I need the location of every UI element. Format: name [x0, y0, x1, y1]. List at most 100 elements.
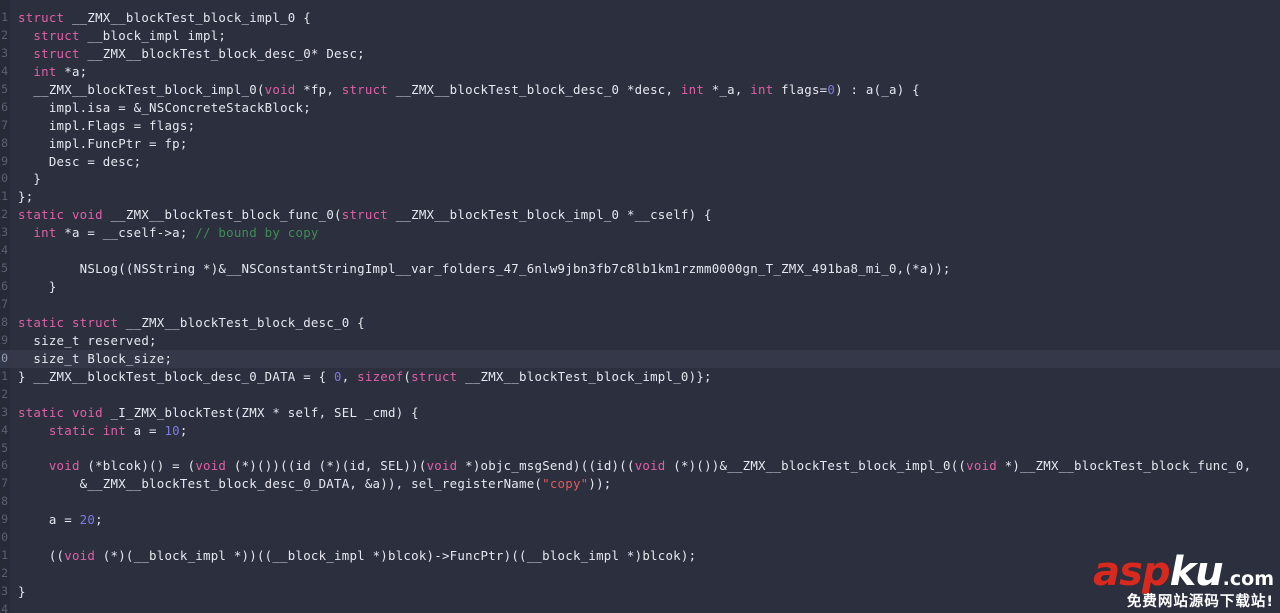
- code-line[interactable]: &__ZMX__blockTest_block_desc_0_DATA, &a)…: [10, 475, 1280, 493]
- code-line[interactable]: [10, 565, 1280, 583]
- code-token-pln: *)objc_msgSend)((id)((: [457, 458, 635, 474]
- code-line[interactable]: }: [10, 583, 1280, 601]
- code-token-kw: int: [33, 63, 57, 79]
- code-line[interactable]: struct __block_impl impl;: [10, 27, 1280, 45]
- code-token-kw: static void: [18, 207, 103, 223]
- code-token-pln: __ZMX__blockTest_block_desc_0 *desc,: [388, 81, 681, 97]
- line-number: 27: [0, 476, 8, 491]
- code-token-kw: int: [33, 225, 57, 241]
- line-number: 5: [1, 81, 8, 96]
- code-token-pln: _I_ZMX_blockTest(ZMX * self, SEL _cmd) {: [102, 404, 419, 420]
- code-token-pln: __block_impl impl;: [79, 27, 227, 43]
- code-token-pln: &__ZMX__blockTest_block_desc_0_DATA, &a)…: [18, 476, 543, 492]
- line-number-gutter: 1234567891011121314151617181920212223242…: [0, 0, 10, 613]
- code-line[interactable]: ((void (*)(__block_impl *))((__block_imp…: [10, 547, 1280, 565]
- code-token-pln: __ZMX__blockTest_block_impl_0 {: [64, 10, 311, 25]
- code-token-pln: size_t reserved;: [18, 332, 157, 348]
- code-token-pln: *a;: [56, 63, 88, 79]
- code-token-kw: sizeof: [357, 368, 404, 384]
- line-number: 34: [0, 601, 8, 613]
- line-number: 21: [0, 368, 8, 383]
- code-token-pln: NSLog((NSString *)&__NSConstantStringImp…: [18, 261, 951, 277]
- line-number: 10: [0, 171, 8, 186]
- line-number: 2: [1, 27, 8, 42]
- code-line[interactable]: [10, 601, 1280, 613]
- code-token-pln: __ZMX__blockTest_block_impl_0(: [18, 81, 265, 97]
- code-token-kw: void: [634, 458, 666, 474]
- code-content-area[interactable]: struct __ZMX__blockTest_block_impl_0 { s…: [10, 0, 1280, 613]
- code-token-kw: void: [966, 458, 997, 474]
- code-line[interactable]: };: [10, 188, 1280, 206]
- code-token-pln: size_t Block_size;: [18, 350, 173, 366]
- code-token-pln: ,: [341, 368, 358, 384]
- code-line[interactable]: __ZMX__blockTest_block_impl_0(void *fp, …: [10, 81, 1280, 99]
- code-line[interactable]: int *a = __cself->a; // bound by copy: [10, 224, 1280, 242]
- code-token-kw: struct: [341, 207, 388, 223]
- code-line[interactable]: impl.FuncPtr = fp;: [10, 135, 1280, 153]
- code-editor[interactable]: 1234567891011121314151617181920212223242…: [0, 0, 1280, 613]
- code-token-pln: [18, 423, 49, 438]
- code-token-pln: a =: [18, 512, 80, 528]
- code-line[interactable]: [10, 440, 1280, 458]
- code-line[interactable]: } __ZMX__blockTest_block_desc_0_DATA = {…: [10, 368, 1280, 386]
- code-line[interactable]: int *a;: [10, 63, 1280, 81]
- code-token-pln: }: [18, 171, 42, 187]
- line-number: 17: [0, 297, 8, 311]
- line-number: 4: [1, 63, 8, 78]
- code-line[interactable]: static void _I_ZMX_blockTest(ZMX * self,…: [10, 404, 1280, 422]
- code-line[interactable]: [10, 386, 1280, 404]
- line-number: 13: [0, 225, 8, 240]
- code-token-pln: ((: [18, 548, 65, 564]
- code-token-pln: [18, 458, 49, 473]
- code-line[interactable]: [10, 242, 1280, 260]
- code-line[interactable]: struct __ZMX__blockTest_block_impl_0 {: [10, 9, 1280, 27]
- code-line[interactable]: NSLog((NSString *)&__NSConstantStringImp…: [10, 260, 1280, 278]
- code-token-kw: struct: [411, 368, 458, 384]
- line-number: 1: [1, 10, 8, 24]
- code-line-current[interactable]: size_t Block_size;: [10, 349, 1280, 368]
- code-line[interactable]: struct __ZMX__blockTest_block_desc_0* De…: [10, 45, 1280, 63]
- code-token-kw: void: [264, 81, 296, 97]
- code-token-kw: struct: [18, 10, 65, 25]
- code-line[interactable]: [10, 296, 1280, 314]
- code-token-kw: void: [195, 458, 227, 474]
- line-number: 9: [1, 153, 8, 168]
- code-line[interactable]: }: [10, 278, 1280, 296]
- code-token-kw: void: [64, 548, 96, 564]
- code-token-pln: [18, 28, 33, 43]
- code-line[interactable]: static struct __ZMX__blockTest_block_des…: [10, 314, 1280, 332]
- line-number: 32: [0, 566, 8, 581]
- code-token-num: 0: [334, 368, 342, 384]
- code-line[interactable]: }: [10, 170, 1280, 188]
- code-token-pln: }: [18, 584, 26, 599]
- code-token-pln: __ZMX__blockTest_block_desc_0 {: [118, 314, 365, 330]
- code-token-cmt: // bound by copy: [195, 225, 319, 241]
- code-line[interactable]: static int a = 10;: [10, 422, 1280, 440]
- code-line[interactable]: [10, 529, 1280, 547]
- code-line[interactable]: Desc = desc;: [10, 153, 1280, 171]
- code-line[interactable]: [10, 493, 1280, 511]
- code-line[interactable]: impl.isa = &_NSConcreteStackBlock;: [10, 99, 1280, 117]
- code-line[interactable]: static void __ZMX__blockTest_block_func_…: [10, 206, 1280, 224]
- code-line[interactable]: size_t reserved;: [10, 332, 1280, 350]
- code-token-kw: static void: [18, 404, 103, 420]
- code-token-kw: void: [48, 458, 80, 474]
- code-line[interactable]: impl.Flags = flags;: [10, 117, 1280, 135]
- code-token-kw: void: [426, 458, 458, 474]
- code-token-pln: };: [18, 189, 34, 205]
- code-token-pln: impl.isa = &_NSConcreteStackBlock;: [18, 99, 311, 115]
- code-token-kw: int: [680, 81, 705, 97]
- line-number: 30: [0, 530, 8, 545]
- code-token-pln: [18, 225, 33, 240]
- code-token-kw: static struct: [18, 314, 119, 330]
- code-token-pln: (*)())((id (*)(id, SEL))(: [226, 458, 427, 474]
- code-line[interactable]: a = 20;: [10, 511, 1280, 529]
- line-number: 6: [1, 99, 8, 114]
- code-line[interactable]: void (*blcok)() = (void (*)())((id (*)(i…: [10, 457, 1280, 475]
- code-token-pln: }: [18, 279, 57, 295]
- line-number: 26: [0, 458, 8, 473]
- code-token-pln: (: [403, 368, 412, 384]
- code-token-kw: struct: [341, 81, 388, 97]
- code-token-pln: *)__ZMX__blockTest_block_func_0,: [996, 458, 1252, 474]
- code-token-pln: __ZMX__blockTest_block_impl_0)};: [457, 368, 712, 384]
